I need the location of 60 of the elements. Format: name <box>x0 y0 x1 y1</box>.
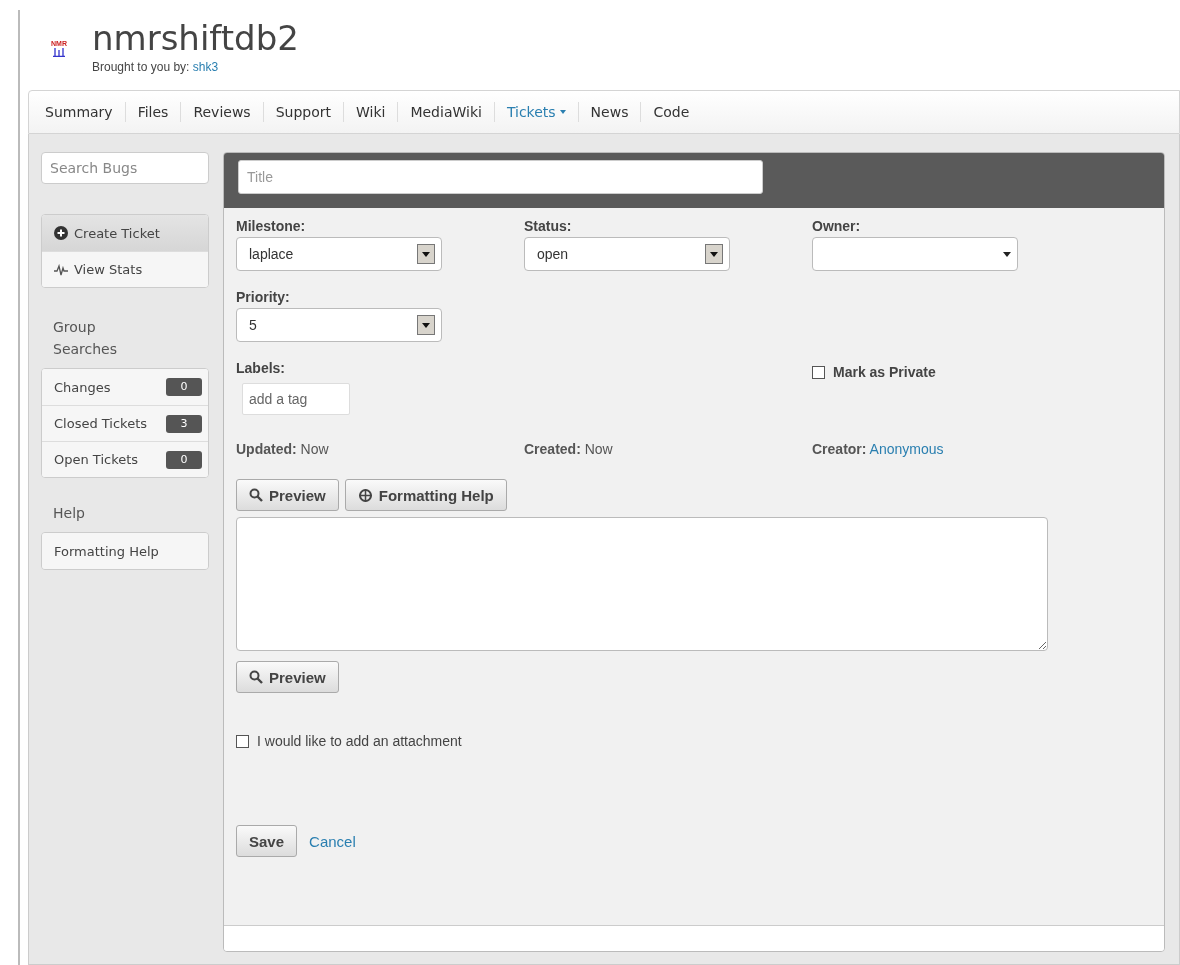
count-badge: 0 <box>166 450 202 469</box>
caret-icon <box>559 110 566 114</box>
toolbar-button[interactable]: Formatting Help <box>344 479 507 511</box>
nav-tab[interactable]: Code <box>641 102 702 122</box>
plus-circle-icon <box>54 226 68 240</box>
checkbox[interactable] <box>812 365 825 379</box>
search-icon <box>249 670 263 684</box>
byline-text: Brought to you by: <box>92 60 190 74</box>
field-label: Priority: <box>236 289 291 305</box>
section-heading: Group Searches <box>53 318 118 359</box>
preview-button[interactable]: Preview <box>236 661 339 693</box>
search-icon <box>249 488 263 502</box>
field-label: Milestone: <box>236 218 307 234</box>
title-field[interactable]: Title <box>238 160 763 194</box>
nav-tab[interactable]: Wiki <box>344 102 399 122</box>
select-field[interactable]: laplace <box>236 237 442 271</box>
select-field[interactable] <box>812 237 1018 271</box>
meta-label: Creator: <box>812 441 867 457</box>
sidebar-item[interactable]: Changes 0 <box>42 369 208 405</box>
sidebar-item[interactable]: Create Ticket <box>42 215 208 251</box>
save-button[interactable]: Save <box>236 825 298 857</box>
item-label: Closed Tickets <box>54 416 148 431</box>
checkbox-label: Mark as Private <box>833 364 936 380</box>
cancel-link[interactable]: Cancel <box>309 832 356 850</box>
nav-tab[interactable]: Summary <box>33 102 126 122</box>
tag-field[interactable]: add a tag <box>242 383 350 415</box>
count-badge: 0 <box>166 378 202 396</box>
meta-label: Updated: <box>236 441 297 457</box>
sidebar-item[interactable]: Formatting Help <box>42 533 208 569</box>
select-field[interactable]: 5 <box>236 308 442 342</box>
search-field[interactable]: Search Bugs <box>41 152 209 184</box>
field-label: Status: <box>524 218 573 234</box>
meta-value: Now <box>300 441 329 457</box>
nav-tab[interactable]: News <box>578 102 642 122</box>
meta-label: Created: <box>524 441 581 457</box>
item-label: Open Tickets <box>54 452 139 467</box>
sidebar-item[interactable]: View Stats <box>42 251 208 287</box>
checkbox-label: I would like to add an attachment <box>257 733 462 749</box>
toolbar-button[interactable]: Preview <box>236 479 339 511</box>
nav-tab[interactable]: MediaWiki <box>398 102 495 122</box>
item-label: Changes <box>54 379 111 395</box>
author-link[interactable]: shk3 <box>192 60 219 74</box>
nav-tab[interactable]: Tickets <box>494 102 579 122</box>
lifebuoy-icon <box>357 487 373 503</box>
nav-tab[interactable]: Support <box>263 102 344 122</box>
pulse-icon <box>54 263 68 276</box>
field-label: Owner: <box>812 218 862 234</box>
meta-value: Now <box>584 441 613 457</box>
creator-link[interactable]: Anonymous <box>869 441 944 457</box>
sidebar-item[interactable]: Closed Tickets 3 <box>42 405 208 441</box>
sidebar-item[interactable]: Open Tickets 0 <box>42 441 208 477</box>
checkbox[interactable] <box>236 734 249 748</box>
field-label: Labels: <box>236 360 286 376</box>
caret-icon <box>1003 251 1011 257</box>
nav-tab[interactable]: Reviews <box>181 102 264 122</box>
section-heading: Help <box>53 504 86 523</box>
select-field[interactable]: open <box>524 237 730 271</box>
project-title: nmrshiftdb2 <box>92 17 299 60</box>
count-badge: 3 <box>166 414 202 433</box>
nav-tab[interactable]: Files <box>125 102 182 122</box>
